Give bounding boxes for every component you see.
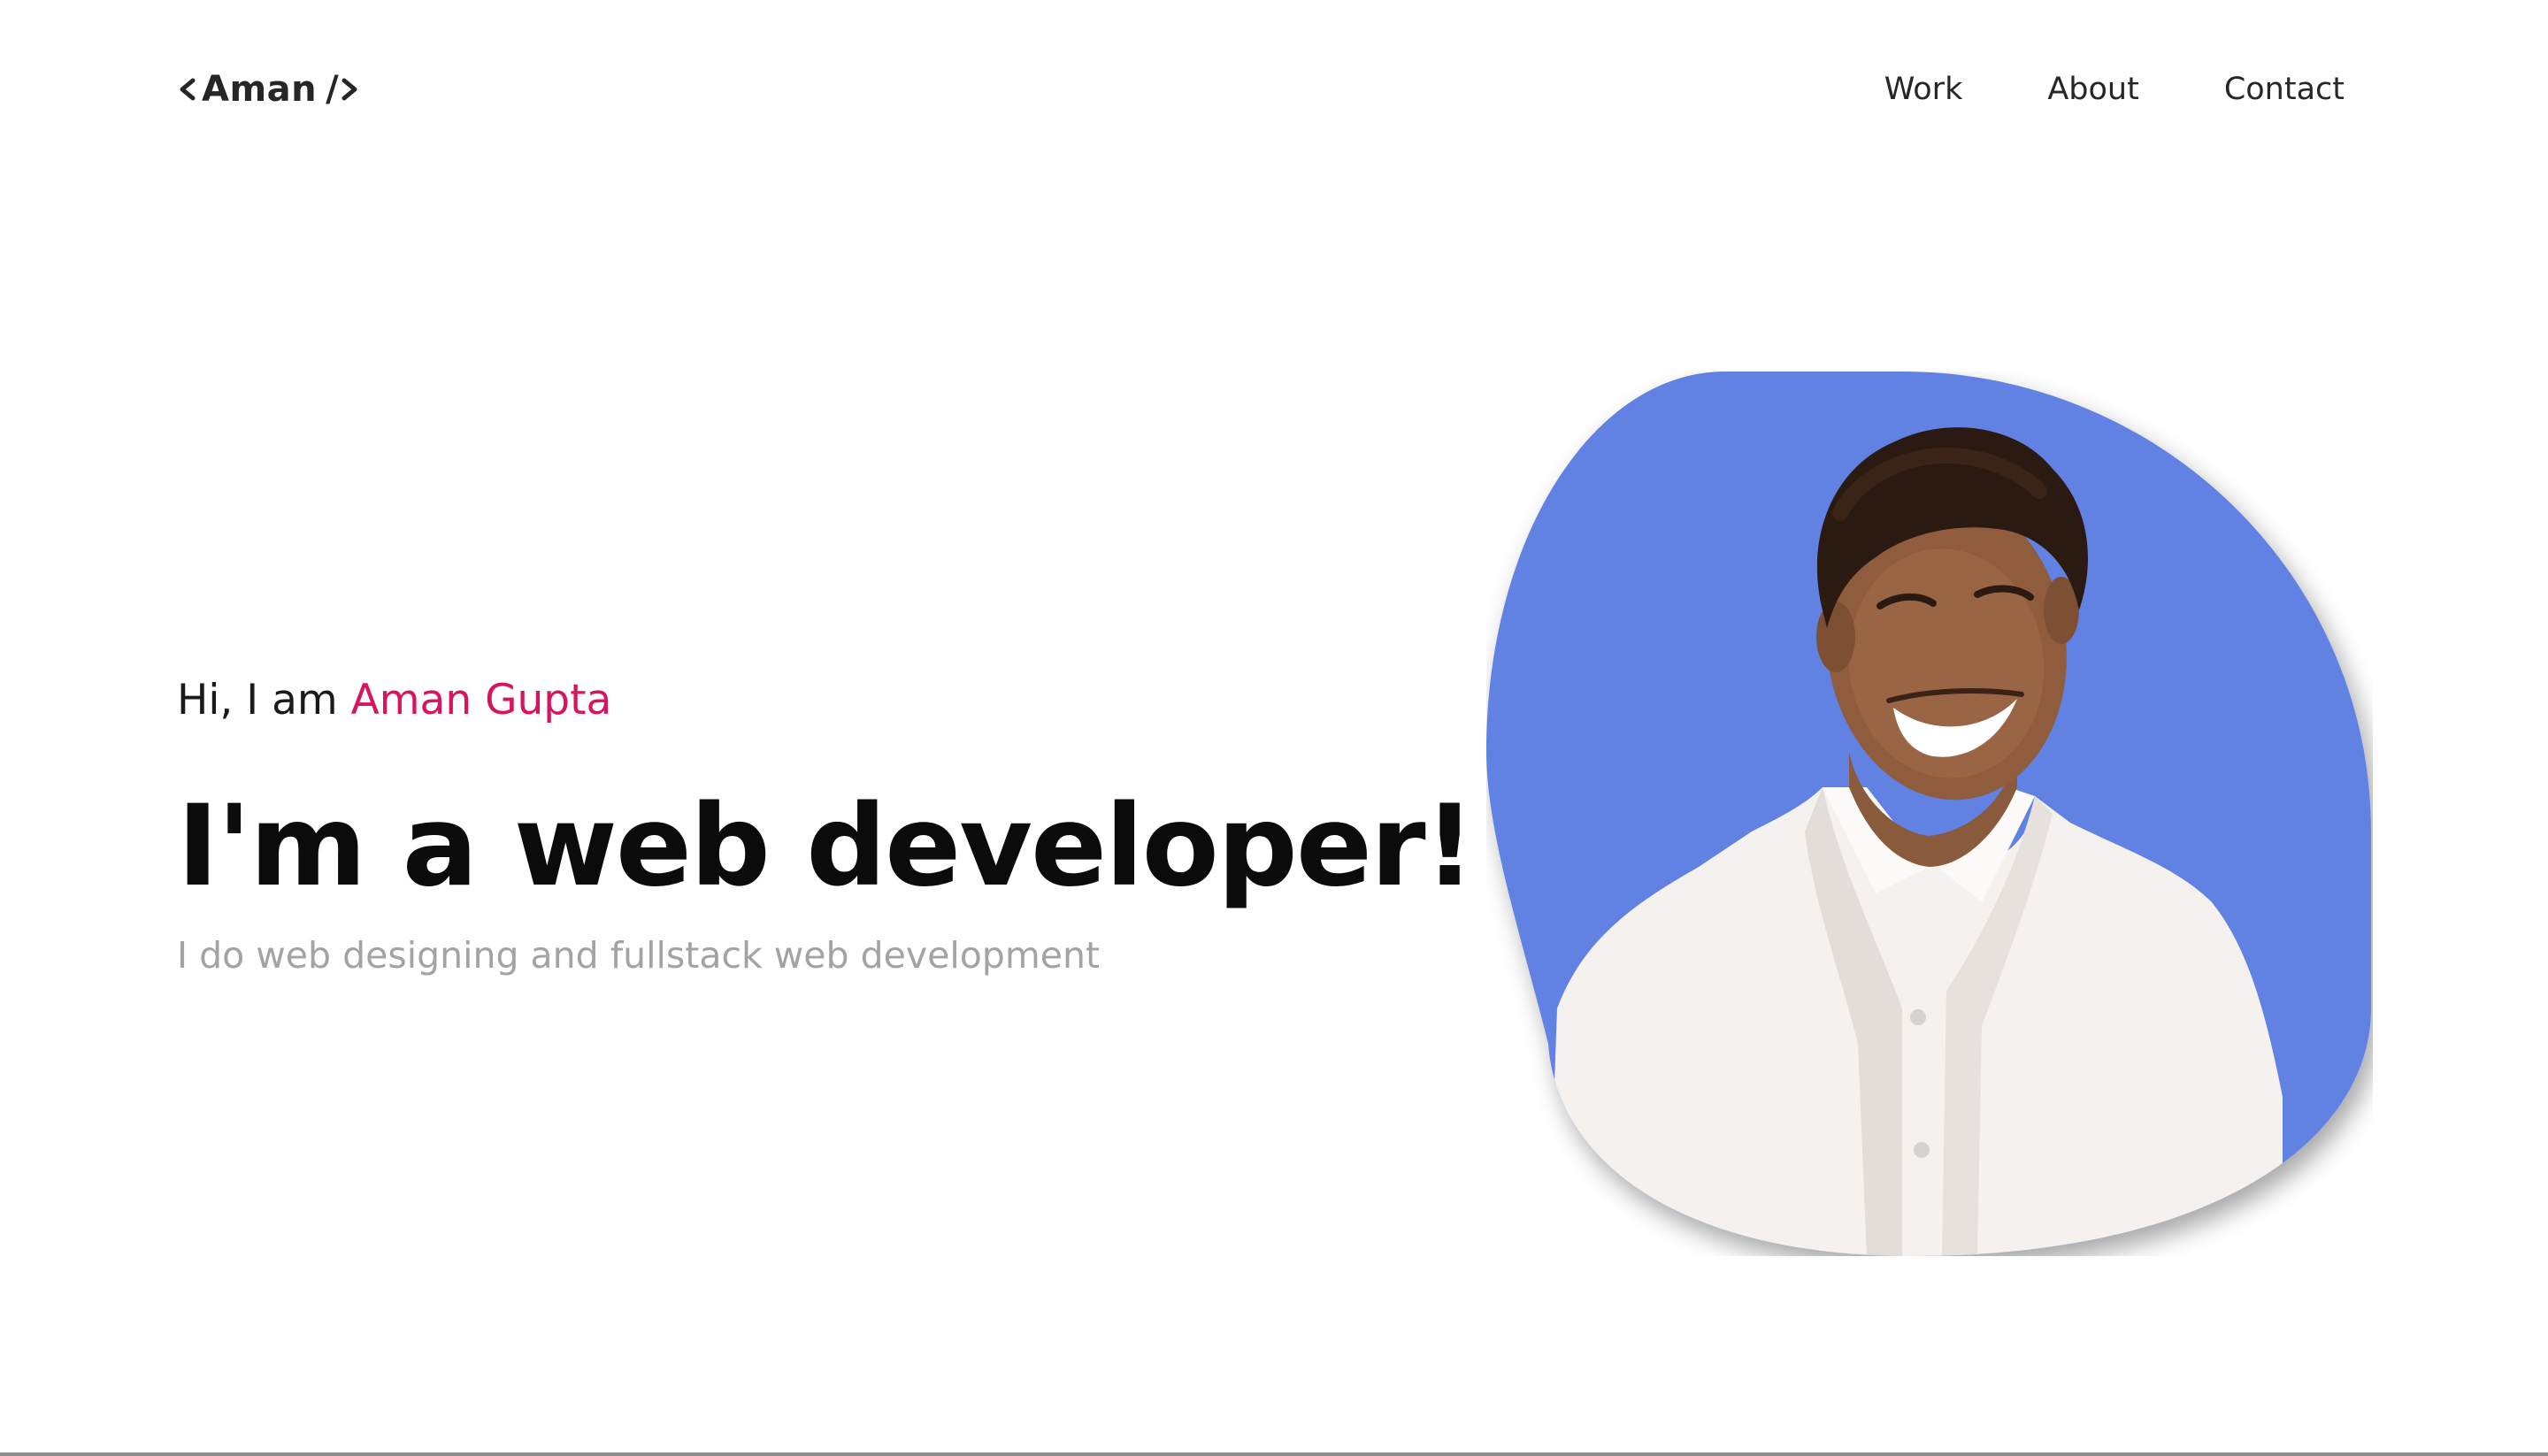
bottom-divider (0, 1452, 2548, 1456)
chevron-left-icon (177, 72, 196, 107)
nav-link-about[interactable]: About (2047, 72, 2138, 107)
main-nav: Work About Contact (1884, 72, 2345, 107)
logo-slash: / (326, 69, 339, 110)
logo-text: Aman (202, 69, 318, 110)
logo-link[interactable]: Aman / (177, 69, 358, 110)
nav-link-work[interactable]: Work (1884, 72, 1963, 107)
chevron-right-icon (339, 72, 358, 107)
greeting-name: Aman Gupta (350, 676, 612, 724)
headline: I'm a web developer! (177, 780, 1476, 911)
portrait-blob-graphic (1486, 372, 2371, 1256)
site-header: Aman / Work About Contact (177, 58, 2345, 120)
subline: I do web designing and fullstack web dev… (177, 934, 1101, 977)
hero-text: Hi, I am Aman Gupta I'm a web developer!… (177, 665, 1504, 977)
portrait-photo (1486, 372, 2373, 1256)
greeting-prefix: Hi, I am (177, 676, 351, 724)
greeting: Hi, I am Aman Gupta (177, 665, 1504, 736)
nav-link-contact[interactable]: Contact (2224, 72, 2345, 107)
page: Aman / Work About Contact Hi, I am Aman … (0, 0, 2548, 1456)
